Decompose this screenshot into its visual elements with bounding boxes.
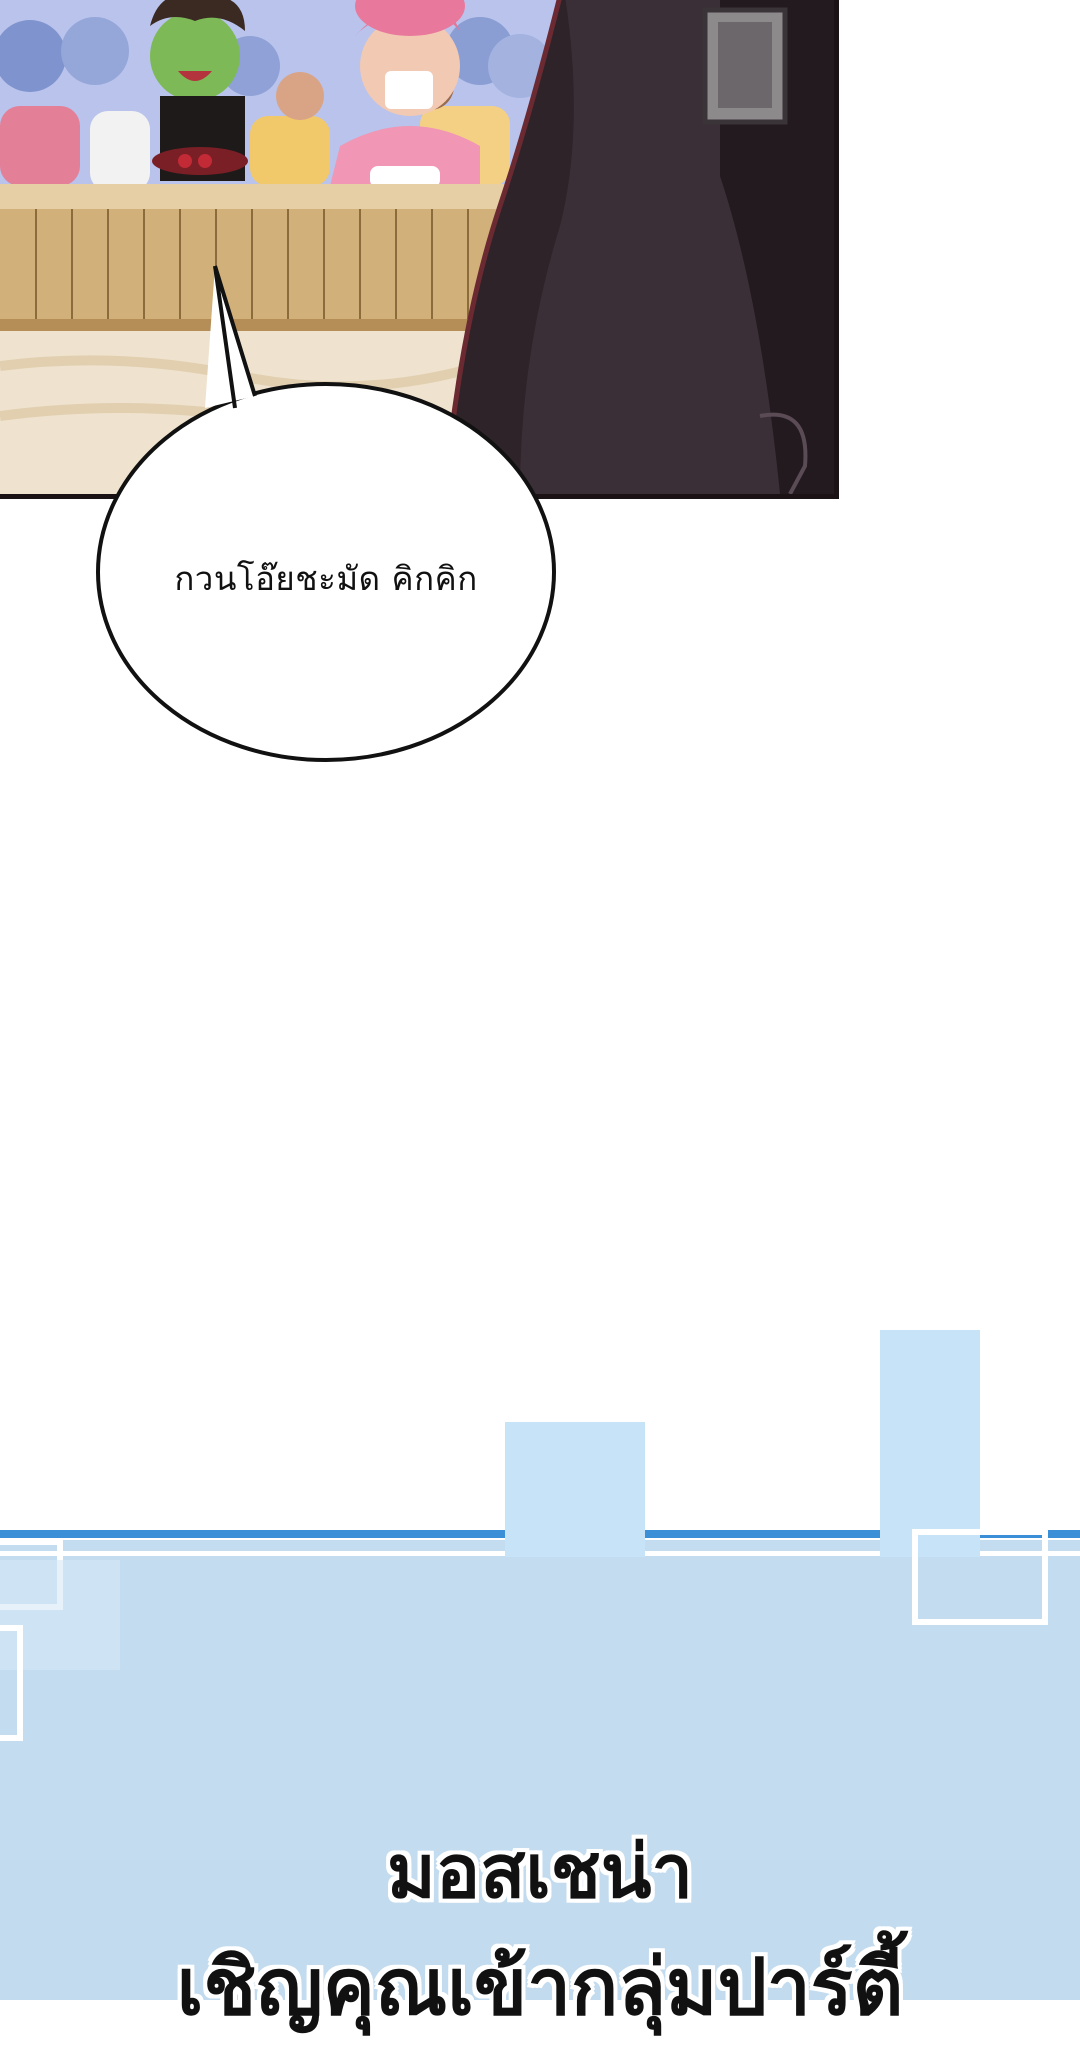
comic-panel	[0, 0, 839, 499]
speech-bubble-text: กวนโอ๊ยชะมัด คิกคิก	[174, 559, 478, 598]
banner-title: มอสเชน่า	[386, 1829, 694, 1915]
comic-illustration	[0, 0, 834, 494]
banner-subtitle: เชิญคุณเข้ากลุ่มปาร์ตี้	[176, 1943, 904, 2033]
